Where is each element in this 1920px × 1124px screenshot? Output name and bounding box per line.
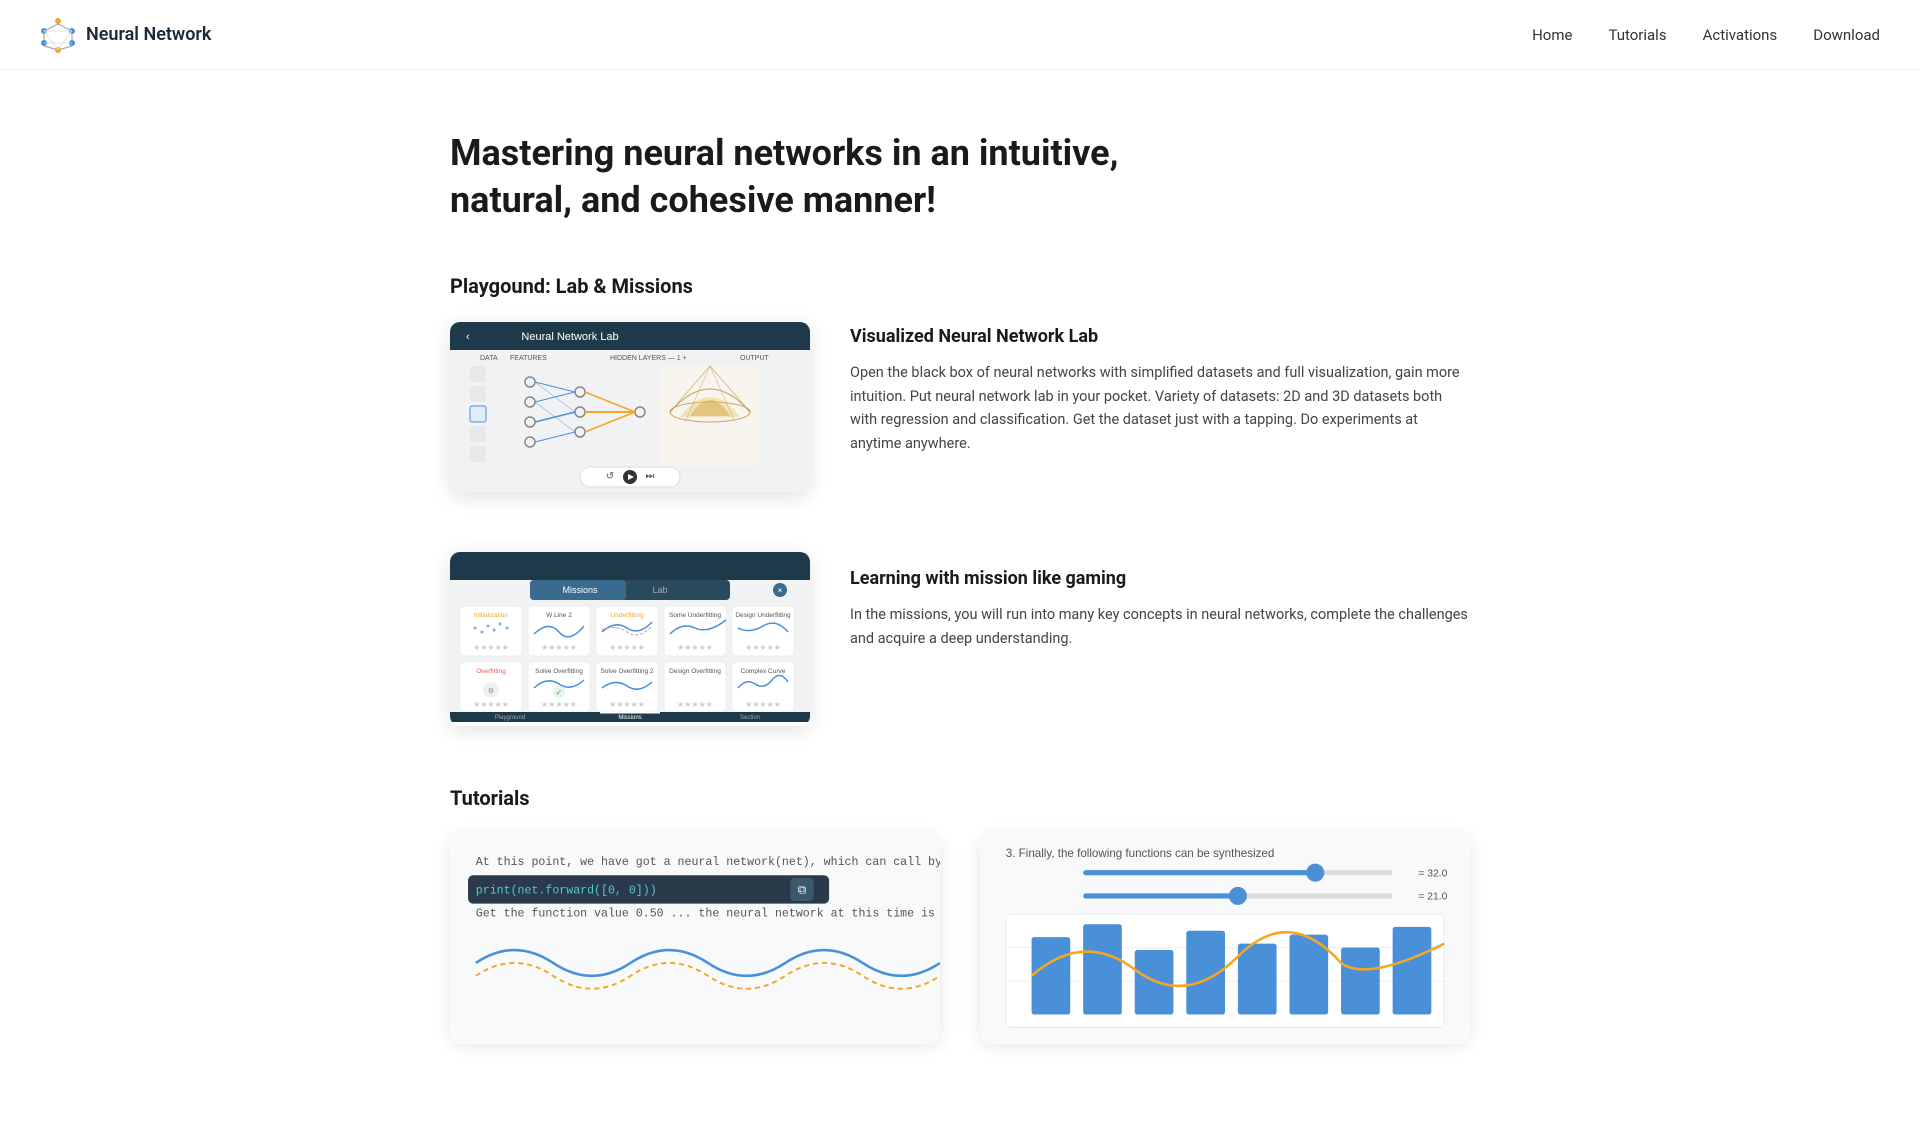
svg-text:Missions: Missions: [562, 585, 598, 595]
nav-links: Home Tutorials Activations Download: [1532, 26, 1880, 44]
svg-text:⧉: ⧉: [798, 882, 807, 896]
svg-text:Design Overfitting: Design Overfitting: [669, 668, 721, 675]
svg-text:Playground: Playground: [495, 715, 525, 721]
lab-screenshot-svg: ‹ Neural Network Lab DATA FEATURES HIDDE…: [450, 322, 810, 492]
svg-text:Missions: Missions: [618, 715, 641, 721]
missions-feature-title: Learning with mission like gaming: [850, 568, 1470, 589]
logo-text: Neural Network: [86, 24, 211, 45]
svg-text:‹: ‹: [466, 331, 470, 343]
svg-text:★★★★★: ★★★★★: [473, 700, 509, 709]
svg-text:W Line 2: W Line 2: [546, 612, 572, 619]
navbar: Neural Network Home Tutorials Activation…: [0, 0, 1920, 70]
missions-description: Learning with mission like gaming In the…: [850, 552, 1470, 651]
svg-text:★★★★★: ★★★★★: [677, 700, 713, 709]
missions-feature-row: Learning with mission like gaming In the…: [450, 552, 1470, 726]
lab-feature-title: Visualized Neural Network Lab: [850, 326, 1470, 347]
svg-text:Lab: Lab: [652, 585, 667, 595]
svg-text:= 32.0: = 32.0: [1418, 868, 1447, 879]
tutorial-2-svg: 3. Finally, the following functions can …: [980, 834, 1470, 1040]
nav-tutorials[interactable]: Tutorials: [1608, 26, 1666, 44]
missions-screenshot: Missions Lab × Initialization ★★★★★: [450, 552, 810, 726]
svg-text:✓: ✓: [556, 688, 563, 697]
svg-text:= 21.0: = 21.0: [1418, 891, 1447, 902]
svg-text:Solve Overfitting: Solve Overfitting: [535, 668, 583, 675]
svg-text:⏭: ⏭: [646, 471, 655, 482]
svg-text:3. Finally, the following func: 3. Finally, the following functions can …: [1006, 847, 1275, 860]
tutorials-section-title: Tutorials: [450, 786, 1470, 810]
svg-text:Solve Overfitting 2: Solve Overfitting 2: [600, 668, 653, 675]
lab-feature-row: ‹ Neural Network Lab DATA FEATURES HIDDE…: [450, 322, 1470, 492]
lab-feature-desc: Open the black box of neural networks wi…: [850, 361, 1470, 457]
nav-home[interactable]: Home: [1532, 26, 1572, 44]
missions-screenshot-svg: Missions Lab × Initialization ★★★★★: [450, 552, 810, 722]
svg-text:Neural Network Lab: Neural Network Lab: [521, 331, 618, 343]
nav-download[interactable]: Download: [1813, 26, 1880, 44]
hero-title: Mastering neural networks in an intuitiv…: [450, 130, 1190, 224]
tutorial-screenshot-1: At this point, we have got a neural netw…: [450, 834, 940, 1044]
svg-text:★★★★★: ★★★★★: [541, 643, 577, 652]
svg-text:★★★★★: ★★★★★: [677, 643, 713, 652]
logo[interactable]: Neural Network: [40, 17, 211, 53]
svg-text:OUTPUT: OUTPUT: [740, 355, 770, 362]
svg-text:Design Underfitting: Design Underfitting: [735, 612, 791, 619]
logo-icon: [40, 17, 76, 53]
svg-text:Some Underfitting: Some Underfitting: [669, 612, 721, 619]
svg-text:⚙: ⚙: [488, 687, 494, 695]
nav-activations[interactable]: Activations: [1703, 26, 1778, 44]
svg-text:×: ×: [778, 586, 782, 595]
svg-text:★★★★★: ★★★★★: [609, 643, 645, 652]
svg-text:★★★★★: ★★★★★: [745, 700, 781, 709]
svg-text:HIDDEN LAYERS — 1 +: HIDDEN LAYERS — 1 +: [610, 355, 687, 362]
playground-section-title: Playgound: Lab & Missions: [450, 274, 1470, 298]
svg-text:Underfitting: Underfitting: [610, 612, 644, 619]
svg-text:At this point, we have got a n: At this point, we have got a neural netw…: [476, 856, 940, 869]
main-content: Mastering neural networks in an intuitiv…: [410, 70, 1510, 1124]
svg-text:FEATURES: FEATURES: [510, 355, 547, 362]
svg-text:Overfitting: Overfitting: [476, 668, 506, 675]
tutorials-row: At this point, we have got a neural netw…: [450, 834, 1470, 1044]
svg-text:★★★★★: ★★★★★: [541, 700, 577, 709]
svg-text:DATA: DATA: [480, 355, 498, 362]
svg-text:Complex Curve: Complex Curve: [741, 668, 786, 675]
svg-text:Get the function value 0.50 ..: Get the function value 0.50 ... the neur…: [476, 907, 940, 920]
tutorial-1-svg: At this point, we have got a neural netw…: [450, 834, 940, 1040]
svg-text:★★★★★: ★★★★★: [609, 700, 645, 709]
lab-screenshot: ‹ Neural Network Lab DATA FEATURES HIDDE…: [450, 322, 810, 492]
svg-text:★★★★★: ★★★★★: [745, 643, 781, 652]
tutorial-screenshot-2: 3. Finally, the following functions can …: [980, 834, 1470, 1044]
svg-text:↺: ↺: [606, 471, 614, 482]
svg-text:print(net.forward([0, 0])): print(net.forward([0, 0])): [476, 884, 657, 897]
svg-text:★★★★★: ★★★★★: [473, 643, 509, 652]
missions-feature-desc: In the missions, you will run into many …: [850, 603, 1470, 651]
lab-description: Visualized Neural Network Lab Open the b…: [850, 322, 1470, 457]
svg-text:Initialization: Initialization: [474, 612, 508, 619]
svg-text:Section: Section: [740, 715, 760, 721]
